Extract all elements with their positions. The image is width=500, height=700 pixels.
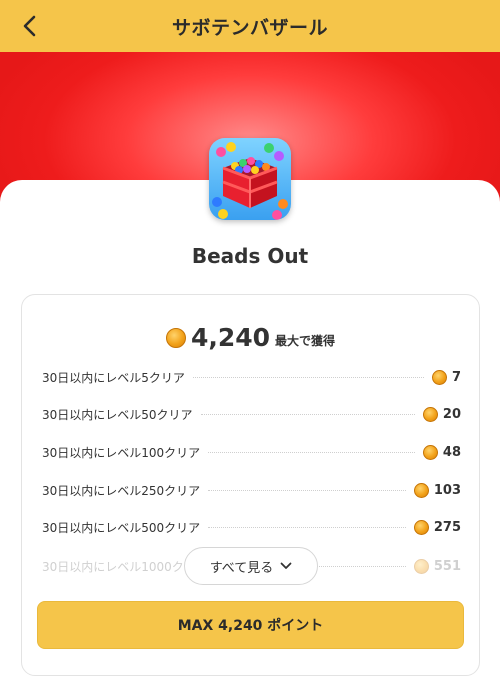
coin-icon xyxy=(413,558,429,574)
chevron-left-icon xyxy=(23,15,36,37)
task-label: 30日以内にレベル5クリア xyxy=(42,370,185,385)
task-row: 30日以内にレベル5クリア 7 xyxy=(42,366,461,388)
max-points-button[interactable]: MAX 4,240 ポイント xyxy=(37,601,464,649)
coin-icon xyxy=(413,519,429,535)
rewards-card: 4,240 最大で獲得 30日以内にレベル5クリア 7 30日以内にレベル50ク… xyxy=(21,294,480,676)
coin-icon xyxy=(413,482,429,498)
task-points: 20 xyxy=(442,406,461,422)
task-label: 30日以内にレベル100クリア xyxy=(42,445,201,460)
total-points-row: 4,240 最大で獲得 xyxy=(22,323,479,352)
task-label: 30日以内にレベル1000ク xyxy=(42,559,184,574)
task-row: 30日以内にレベル500クリア 275 xyxy=(42,516,461,538)
task-label: 30日以内にレベル50クリア xyxy=(42,407,193,422)
page-title: サボテンバザール xyxy=(171,16,328,39)
task-points: 7 xyxy=(451,369,461,385)
task-label: 30日以内にレベル250クリア xyxy=(42,483,201,498)
see-all-button[interactable]: すべて見る xyxy=(184,547,318,585)
dotted-leader xyxy=(192,376,424,378)
top-bar: サボテンバザール xyxy=(0,0,500,52)
total-points-suffix: 最大で獲得 xyxy=(275,334,336,348)
task-row: 30日以内にレベル50クリア 20 xyxy=(42,403,461,425)
task-points: 551 xyxy=(433,558,461,574)
dotted-leader xyxy=(200,413,415,415)
task-row: 30日以内にレベル250クリア 103 xyxy=(42,479,461,501)
coin-icon xyxy=(165,327,186,348)
max-points-label: MAX 4,240 ポイント xyxy=(177,618,324,634)
task-points: 48 xyxy=(442,444,461,460)
coin-icon xyxy=(422,444,438,460)
dotted-leader xyxy=(208,451,415,453)
task-row: 30日以内にレベル100クリア 48 xyxy=(42,441,461,463)
task-label: 30日以内にレベル500クリア xyxy=(42,520,201,535)
task-points: 103 xyxy=(433,482,461,498)
task-points: 275 xyxy=(433,519,461,535)
total-points: 4,240 xyxy=(190,323,271,352)
back-button[interactable] xyxy=(14,10,46,42)
chevron-down-icon xyxy=(280,562,292,569)
dotted-leader xyxy=(208,489,406,491)
coin-icon xyxy=(422,406,438,422)
app-name: Beads Out xyxy=(191,244,309,268)
dotted-leader xyxy=(208,526,406,528)
coin-icon xyxy=(431,369,447,385)
see-all-label: すべて見る xyxy=(209,560,274,576)
beads-box-app-icon xyxy=(209,138,291,220)
